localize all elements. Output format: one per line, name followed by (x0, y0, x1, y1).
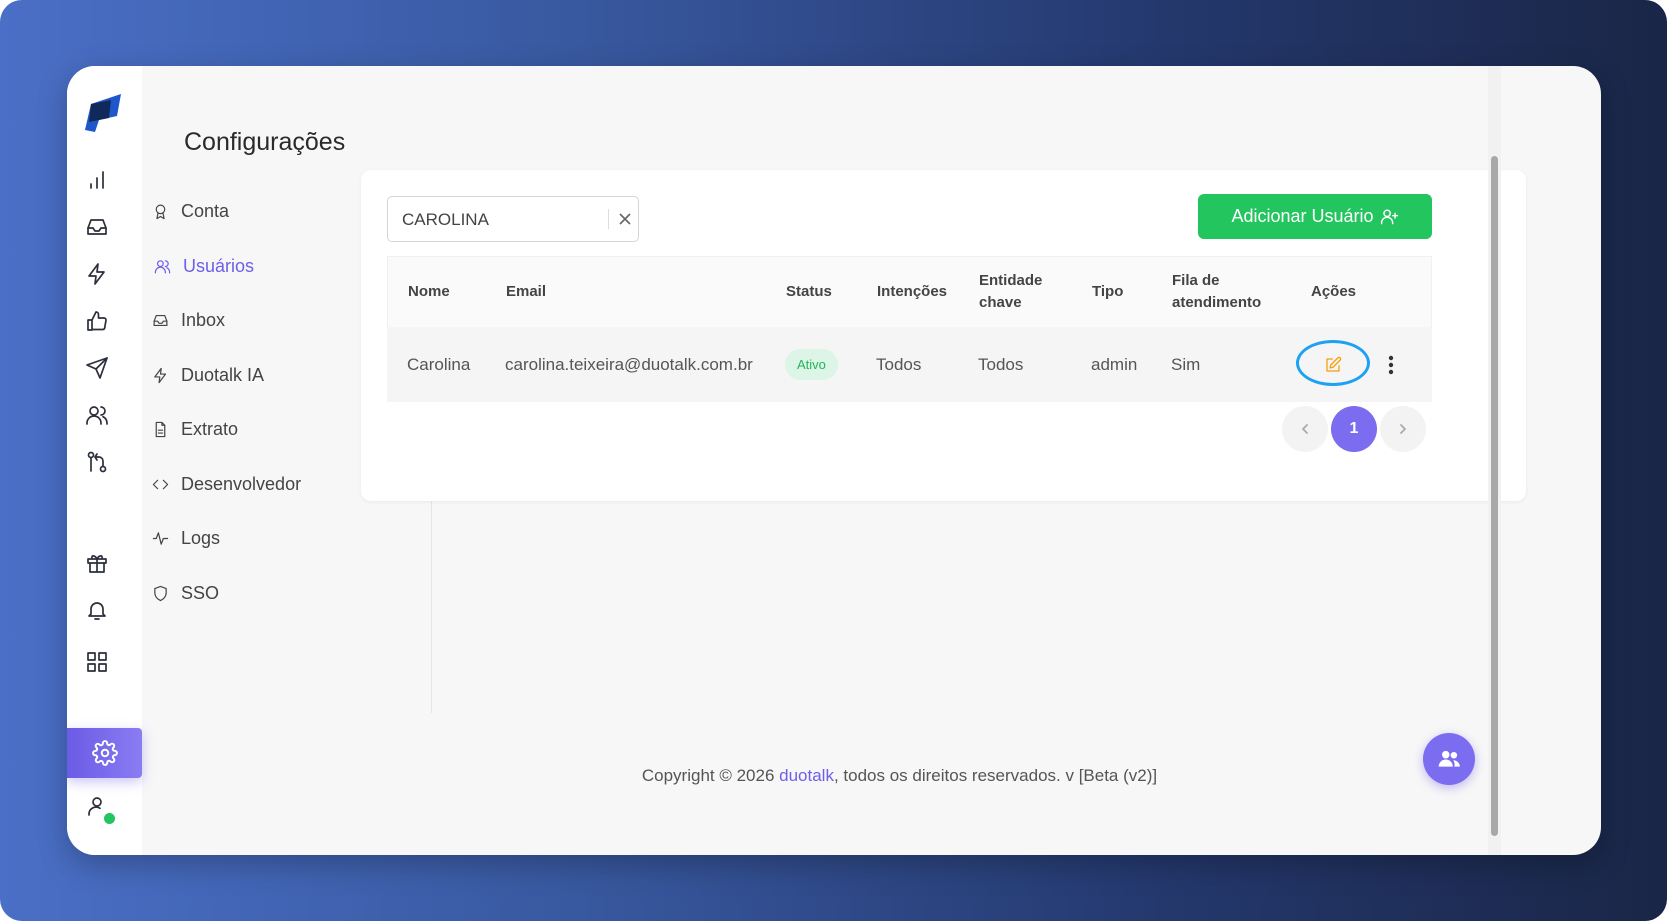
activity-icon (152, 531, 169, 545)
cell-status: Ativo (785, 327, 838, 402)
close-icon (619, 213, 631, 225)
column-header-acoes: Ações (1311, 283, 1357, 300)
search-input[interactable] (400, 197, 604, 243)
users-table: Nome Email Status Intenções Entidade cha… (387, 256, 1432, 402)
submenu-item-conta[interactable]: Conta (152, 196, 229, 226)
clear-search-button[interactable] (614, 208, 636, 230)
code-icon (152, 479, 169, 489)
column-header-fila[interactable]: Fila de atendimento (1172, 257, 1261, 327)
footer: Copyright © 2026 duotalk, todos os direi… (67, 766, 1517, 786)
cell-tipo: admin (1091, 354, 1138, 374)
chevron-left-icon (1302, 424, 1308, 434)
column-header-email[interactable]: Email (506, 257, 546, 327)
cell-nome: Carolina (407, 354, 471, 374)
column-header-line: Entidade (979, 272, 1043, 289)
users-card: Adicionar Usuário Nome Email Status Inte… (361, 170, 1526, 501)
submenu-item-sso[interactable]: SSO (152, 578, 219, 608)
column-header-intencoes[interactable]: Intenções (877, 257, 947, 327)
chevron-right-icon (1400, 424, 1406, 434)
cell-fila: Sim (1171, 354, 1201, 374)
column-header-line: atendimento (1172, 294, 1262, 311)
column-header-line: chave (979, 294, 1022, 311)
column-header-entidade-chave[interactable]: Entidade chave (979, 257, 1042, 327)
lightning-icon (154, 367, 167, 383)
column-header-tipo[interactable]: Tipo (1092, 257, 1123, 327)
user-plus-icon (1380, 209, 1398, 225)
submenu-item-extrato[interactable]: Extrato (152, 414, 238, 444)
submenu-item-label: Duotalk IA (181, 364, 265, 385)
team-chat-button[interactable] (1423, 733, 1475, 785)
submenu-item-label: Usuários (183, 255, 255, 276)
add-user-button-label: Adicionar Usuário (1231, 206, 1374, 226)
table-row: Carolina carolina.teixeira@duotalk.com.b… (387, 327, 1432, 402)
search-separator (608, 209, 609, 229)
inbox-icon (153, 314, 168, 326)
submenu-item-label: SSO (181, 582, 220, 603)
column-header-status[interactable]: Status (786, 257, 832, 327)
scrollbar[interactable] (1488, 66, 1501, 855)
cell-email: carolina.teixeira@duotalk.com.br (505, 354, 753, 374)
edit-user-button[interactable] (1313, 345, 1353, 385)
screenshot-frame: Configurações Conta Usuários Inbox Duota… (0, 0, 1667, 921)
search-box (387, 196, 639, 243)
app-window: Configurações Conta Usuários Inbox Duota… (67, 66, 1601, 855)
submenu-item-label: Desenvolvedor (181, 473, 302, 494)
submenu-item-label: Inbox (181, 309, 226, 330)
edit-icon (1326, 356, 1342, 372)
page-button-current[interactable]: 1 (1331, 406, 1377, 452)
submenu-item-duotalk-ia[interactable]: Duotalk IA (152, 360, 264, 390)
next-page-button[interactable] (1380, 406, 1426, 452)
more-vertical-icon (1388, 355, 1394, 375)
submenu-item-inbox[interactable]: Inbox (152, 305, 225, 335)
submenu-item-label: Conta (181, 200, 230, 221)
users-icon (1438, 750, 1460, 767)
add-user-button[interactable]: Adicionar Usuário (1198, 194, 1432, 239)
users-icon (154, 259, 171, 273)
status-badge: Ativo (785, 349, 838, 380)
footer-suffix: , todos os direitos reservados. v [Beta … (833, 766, 1158, 785)
cell-intencoes: Todos (876, 354, 922, 374)
submenu-item-logs[interactable]: Logs (152, 523, 220, 553)
submenu-item-desenvolvedor[interactable]: Desenvolvedor (152, 469, 301, 499)
award-icon (155, 204, 166, 219)
cell-entidade: Todos (978, 354, 1024, 374)
submenu-item-label: Extrato (181, 418, 239, 439)
footer-brand-link[interactable]: duotalk (779, 766, 834, 785)
column-header-nome[interactable]: Nome (408, 257, 450, 327)
submenu-item-label: Logs (181, 527, 221, 548)
file-text-icon (155, 421, 166, 437)
scrollbar-thumb[interactable] (1491, 156, 1498, 836)
previous-page-button[interactable] (1282, 406, 1328, 452)
shield-icon (154, 585, 167, 601)
more-options-button[interactable] (1377, 351, 1405, 379)
footer-prefix: Copyright © 2026 (641, 766, 780, 785)
submenu-item-usuarios[interactable]: Usuários (154, 251, 254, 281)
table-header: Nome Email Status Intenções Entidade cha… (387, 256, 1432, 327)
column-header-line: Fila de (1172, 272, 1220, 289)
